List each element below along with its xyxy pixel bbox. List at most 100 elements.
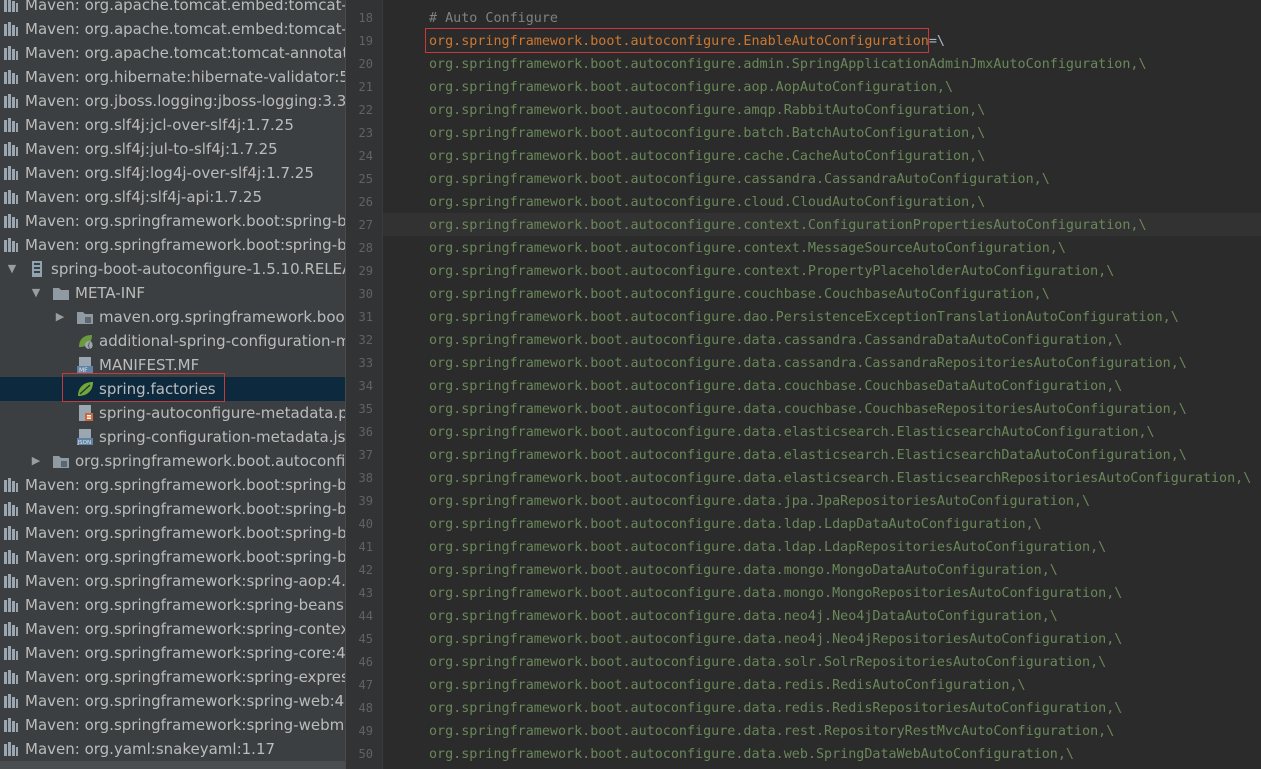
code-value-line[interactable]: org.springframework.boot.autoconfigure.a…	[429, 53, 1147, 76]
code-value-line[interactable]: org.springframework.boot.autoconfigure.d…	[429, 421, 1155, 444]
code-value-line[interactable]: org.springframework.boot.autoconfigure.d…	[429, 375, 1122, 398]
tree-item-label: Maven: org.springframework:spring-web:4.…	[25, 692, 345, 710]
code-editor[interactable]: # Auto Configure org.springframework.boot…	[345, 0, 1261, 769]
tree-item[interactable]: Maven: org.springframework.boot:spring-b…	[0, 473, 345, 497]
code-value-line[interactable]: org.springframework.boot.autoconfigure.d…	[429, 444, 1187, 467]
tree-item-label: Maven: org.apache.tomcat:tomcat-annotati…	[25, 44, 345, 62]
tree-item[interactable]: spring-autoconfigure-metadata.properties	[0, 401, 345, 425]
code-value-line[interactable]: org.springframework.boot.autoconfigure.d…	[429, 467, 1251, 490]
expand-arrow-right-icon[interactable]: ▶	[54, 305, 66, 329]
code-value-line[interactable]: org.springframework.boot.autoconfigure.b…	[429, 122, 985, 145]
tree-item[interactable]: Maven: org.springframework:spring-web:4.…	[0, 689, 345, 713]
code-text: org.springframework.boot.autoconfigure.d…	[429, 724, 1115, 739]
tree-item[interactable]: Maven: org.springframework:spring-expres…	[0, 665, 345, 689]
jar-icon	[2, 572, 20, 590]
code-text: org.springframework.boot.autoconfigure.d…	[429, 540, 1107, 555]
code-text: # Auto Configure	[429, 11, 558, 26]
tree-item-label: Maven: org.yaml:snakeyaml:1.17	[25, 740, 276, 758]
line-number: 29	[358, 264, 373, 278]
tree-item[interactable]: Maven: org.slf4j:log4j-over-slf4j:1.7.25	[0, 161, 345, 185]
tree-item[interactable]: Maven: org.springframework.boot:spring-b…	[0, 545, 345, 569]
code-value-line[interactable]: org.springframework.boot.autoconfigure.d…	[429, 628, 1122, 651]
tree-item-label: maven.org.springframework.boot.spring-bo…	[99, 308, 345, 326]
code-value-line[interactable]: org.springframework.boot.autoconfigure.d…	[429, 651, 1106, 674]
code-comment-line[interactable]: # Auto Configure	[429, 7, 558, 30]
tree-item[interactable]: ▶ maven.org.springframework.boot.spring-b…	[0, 305, 345, 329]
tree-item[interactable]: Maven: org.slf4j:jcl-over-slf4j:1.7.25	[0, 113, 345, 137]
code-value-line[interactable]: org.springframework.boot.autoconfigure.c…	[429, 214, 1147, 237]
tree-item[interactable]: {} additional-spring-configuration-metada…	[0, 329, 345, 353]
tree-item[interactable]: ▼ spring-boot-autoconfigure-1.5.10.RELEAS…	[0, 257, 345, 281]
tree-item[interactable]: Maven: org.apache.tomcat.embed:tomcat-em…	[0, 17, 345, 41]
code-value-line[interactable]: org.springframework.boot.autoconfigure.d…	[429, 398, 1187, 421]
code-value-line[interactable]: org.springframework.boot.autoconfigure.d…	[429, 605, 1058, 628]
tree-item[interactable]: Maven: org.slf4j:slf4j-api:1.7.25	[0, 185, 345, 209]
line-number: 24	[358, 149, 373, 163]
expand-arrow-right-icon[interactable]: ▶	[30, 449, 42, 473]
line-number: 30	[358, 287, 373, 301]
tree-item[interactable]: Maven: org.springframework:spring-contex…	[0, 617, 345, 641]
tree-item[interactable]: Maven: org.springframework:spring-webmvc…	[0, 713, 345, 737]
line-number: 35	[358, 402, 373, 416]
expand-arrow-down-icon[interactable]: ▼	[30, 281, 42, 305]
tree-item[interactable]: Maven: org.springframework.boot:spring-b…	[0, 497, 345, 521]
code-text: org.springframework.boot.autoconfigure.a…	[429, 80, 954, 95]
tree-horizontal-scrollbar[interactable]	[0, 761, 345, 769]
code-text: org.springframework.boot.autoconfigure.d…	[429, 356, 1187, 371]
line-number: 48	[358, 701, 373, 715]
tree-item[interactable]: ▶ org.springframework.boot.autoconfigure	[0, 449, 345, 473]
tree-item[interactable]: Maven: org.jboss.logging:jboss-logging:3…	[0, 89, 345, 113]
code-value-line[interactable]: org.springframework.boot.autoconfigure.d…	[429, 559, 1058, 582]
code-value-line[interactable]: org.springframework.boot.autoconfigure.c…	[429, 260, 1114, 283]
line-number: 40	[358, 517, 373, 531]
code-value-line[interactable]: org.springframework.boot.autoconfigure.d…	[429, 674, 1026, 697]
code-value-line[interactable]: org.springframework.boot.autoconfigure.c…	[429, 237, 1066, 260]
tree-item-label: Maven: org.springframework.boot:spring-b…	[25, 236, 345, 254]
tree-item[interactable]: Maven: org.springframework.boot:spring-b…	[0, 521, 345, 545]
code-value-line[interactable]: org.springframework.boot.autoconfigure.c…	[429, 168, 1050, 191]
tree-item[interactable]: Maven: org.slf4j:jul-to-slf4j:1.7.25	[0, 137, 345, 161]
tree-item-label: Maven: org.springframework.boot:spring-b…	[25, 548, 345, 566]
code-value-line[interactable]: org.springframework.boot.autoconfigure.d…	[429, 743, 1074, 766]
code-value-line[interactable]: org.springframework.boot.autoconfigure.d…	[429, 513, 1042, 536]
package-icon	[52, 452, 70, 470]
tree-item[interactable]: Maven: org.yaml:snakeyaml:1.17	[0, 737, 345, 761]
tree-item[interactable]: Maven: org.apache.tomcat:tomcat-annotati…	[0, 41, 345, 65]
tree-item[interactable]: JSON spring-configuration-metadata.json	[0, 425, 346, 449]
code-value-line[interactable]: org.springframework.boot.autoconfigure.c…	[429, 191, 985, 214]
tree-item[interactable]: Maven: org.hibernate:hibernate-validator…	[0, 65, 345, 89]
tree-item[interactable]: Maven: org.springframework.boot:spring-b…	[0, 233, 345, 257]
line-number: 36	[358, 425, 373, 439]
code-value-line[interactable]: org.springframework.boot.autoconfigure.c…	[429, 145, 985, 168]
code-text: org.springframework.boot.autoconfigure.c…	[429, 149, 986, 164]
code-value-line[interactable]: org.springframework.boot.autoconfigure.a…	[429, 76, 953, 99]
tree-item[interactable]: ▼ META-INF	[0, 281, 345, 305]
tree-item-label: Maven: org.hibernate:hibernate-validator…	[25, 68, 345, 86]
jar-icon	[2, 692, 20, 710]
code-value-line[interactable]: org.springframework.boot.autoconfigure.d…	[429, 329, 1122, 352]
tree-item[interactable]: Maven: org.springframework:spring-aop:4.…	[0, 569, 345, 593]
line-number: 42	[358, 563, 373, 577]
line-continuation: =\	[928, 34, 945, 49]
code-value-line[interactable]: org.springframework.boot.autoconfigure.d…	[429, 352, 1187, 375]
code-value-line[interactable]: org.springframework.boot.autoconfigure.a…	[429, 99, 985, 122]
code-value-line[interactable]: org.springframework.boot.autoconfigure.d…	[429, 490, 1090, 513]
code-value-line[interactable]: org.springframework.boot.autoconfigure.d…	[429, 697, 1122, 720]
code-text: org.springframework.boot.autoconfigure.c…	[429, 264, 1115, 279]
line-number: 33	[358, 356, 373, 370]
jar-icon	[2, 92, 20, 110]
jar-file-icon	[28, 260, 46, 278]
code-value-line[interactable]: org.springframework.boot.autoconfigure.c…	[429, 283, 1050, 306]
tree-item[interactable]: Maven: org.apache.tomcat.embed:tomcat-em…	[0, 0, 345, 17]
tree-item[interactable]: Maven: org.springframework:spring-beans:…	[0, 593, 345, 617]
expand-arrow-down-icon[interactable]: ▼	[6, 257, 18, 281]
code-value-line[interactable]: org.springframework.boot.autoconfigure.d…	[429, 582, 1122, 605]
tree-item[interactable]: Maven: org.springframework.boot:spring-b…	[0, 209, 345, 233]
jar-icon	[2, 164, 20, 182]
tree-item[interactable]: Maven: org.springframework:spring-core:4…	[0, 641, 345, 665]
code-value-line[interactable]: org.springframework.boot.autoconfigure.d…	[429, 306, 1179, 329]
code-value-line[interactable]: org.springframework.boot.autoconfigure.d…	[429, 536, 1106, 559]
line-number: 38	[358, 471, 373, 485]
line-number: 22	[358, 103, 373, 117]
code-value-line[interactable]: org.springframework.boot.autoconfigure.d…	[429, 720, 1114, 743]
